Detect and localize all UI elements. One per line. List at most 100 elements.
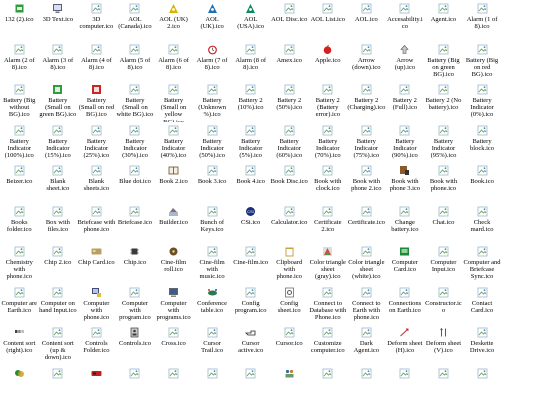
icon-file-item[interactable]: Apple.ico	[309, 41, 348, 82]
icon-file-item[interactable]: Accesability.ico	[386, 0, 425, 41]
icon-file-item[interactable]: Cine-film.ico	[231, 243, 270, 284]
icon-file-item[interactable]: Battery (Small on yellow BG).ico	[154, 81, 193, 122]
icon-file-item[interactable]: Alarm (7 of 8).ico	[193, 41, 232, 82]
icon-file-item[interactable]	[0, 365, 39, 405]
icon-file-item[interactable]: Battery 2 (50%).ico	[270, 81, 309, 122]
icon-file-item[interactable]: Cross.ico	[154, 324, 193, 365]
icon-file-item[interactable]: Battery (Big without BG).ico	[0, 81, 39, 122]
icon-file-item[interactable]	[154, 365, 193, 405]
icon-file-item[interactable]: Battery 2 (10%).ico	[231, 81, 270, 122]
icon-file-item[interactable]: Alarm (3 of 8).ico	[39, 41, 78, 82]
icon-file-item[interactable]: Computer with phone.ico	[77, 284, 116, 325]
icon-file-item[interactable]: Controls.ico	[116, 324, 155, 365]
icon-file-item[interactable]	[463, 365, 502, 405]
icon-file-item[interactable]: AOL (USA).ico	[231, 0, 270, 41]
icon-file-item[interactable]: CSi CSi.ico	[231, 203, 270, 244]
icon-file-item[interactable]: Clipboard with phone.ico	[270, 243, 309, 284]
icon-file-item[interactable]: Computer Card.ico	[386, 243, 425, 284]
icon-file-item[interactable]: Config program.ico	[231, 284, 270, 325]
icon-file-item[interactable]: AOL Disc.ico	[270, 0, 309, 41]
icon-file-item[interactable]: Chip Card.ico	[77, 243, 116, 284]
icon-file-item[interactable]: Battery Indicator (30%).ico	[116, 122, 155, 163]
icon-file-item[interactable]: Battery Indicator (25%).ico	[77, 122, 116, 163]
icon-file-item[interactable]: Book with phone.ico	[424, 162, 463, 203]
icon-file-item[interactable]: 3D Text.ico	[39, 0, 78, 41]
icon-file-item[interactable]: Book 2.ico	[154, 162, 193, 203]
icon-file-item[interactable]: Chemistry with phone.ico	[0, 243, 39, 284]
icon-file-item[interactable]: Cursor active.ico	[231, 324, 270, 365]
icon-file-item[interactable]: Battery Indicator (50%).ico	[193, 122, 232, 163]
icon-file-item[interactable]: Computer on hand Input.ico	[39, 284, 78, 325]
icon-file-item[interactable]: Deskette Drive.ico	[463, 324, 502, 365]
icon-file-item[interactable]: Battery Indicator (40%).ico	[154, 122, 193, 163]
icon-file-item[interactable]: Deform sheet (V).ico	[424, 324, 463, 365]
icon-file-item[interactable]: Blank sheets.ico	[77, 162, 116, 203]
icon-file-item[interactable]: Check mard.ico	[463, 203, 502, 244]
icon-file-item[interactable]: Cine-film with music.ico	[193, 243, 232, 284]
icon-file-item[interactable]: Blank sheet.ico	[39, 162, 78, 203]
icon-file-item[interactable]: Connections on Earth.ico	[386, 284, 425, 325]
icon-file-item[interactable]	[39, 365, 78, 405]
icon-file-item[interactable]: Chip 2.ico	[39, 243, 78, 284]
icon-file-item[interactable]: Beizer.ico	[0, 162, 39, 203]
icon-file-item[interactable]: Book 3.ico	[193, 162, 232, 203]
icon-file-item[interactable]: Book.ico	[463, 162, 502, 203]
icon-file-item[interactable]: Book with phone 2.ico	[347, 162, 386, 203]
icon-file-item[interactable]: Battery Indicator (15%).ico	[39, 122, 78, 163]
icon-file-item[interactable]: Computer with program.ico	[116, 284, 155, 325]
icon-file-item[interactable]: Config sheet.ico	[270, 284, 309, 325]
icon-file-item[interactable]: Battery (Small on green BG).ico	[39, 81, 78, 122]
icon-file-item[interactable]: Battery Indicator (95%).ico	[424, 122, 463, 163]
icon-file-item[interactable]: AOL List.ico	[309, 0, 348, 41]
icon-file-item[interactable]: Books folder.ico	[0, 203, 39, 244]
icon-file-item[interactable]: Arrow (up).ico	[386, 41, 425, 82]
icon-file-item[interactable]: Cursor.ico	[270, 324, 309, 365]
icon-file-item[interactable]: Customize computer.ico	[309, 324, 348, 365]
icon-file-item[interactable]: Blue dot.ico	[116, 162, 155, 203]
icon-file-item[interactable]: AOL (UK).ico	[193, 0, 232, 41]
icon-file-item[interactable]: Battery 2 (No battery).ico	[424, 81, 463, 122]
icon-file-item[interactable]: Battery 2 (Full).ico	[386, 81, 425, 122]
icon-file-item[interactable]: Cine-film roll.ico	[154, 243, 193, 284]
icon-file-item[interactable]: Color triangle sheet (gray).ico	[309, 243, 348, 284]
icon-file-item[interactable]	[116, 365, 155, 405]
icon-file-item[interactable]: Book 4.ico	[231, 162, 270, 203]
icon-file-item[interactable]: Deform sheet (H).ico	[386, 324, 425, 365]
icon-file-item[interactable]	[309, 365, 348, 405]
icon-file-item[interactable]: Briefcase.ico	[116, 203, 155, 244]
icon-file-item[interactable]: Calculator.ico	[270, 203, 309, 244]
icon-file-item[interactable]: Computer and Briefcase Sync.ico	[463, 243, 502, 284]
icon-file-item[interactable]: Amex.ico	[270, 41, 309, 82]
icon-file-item[interactable]	[77, 365, 116, 405]
icon-file-item[interactable]: 132 (2).ico	[0, 0, 39, 41]
icon-file-item[interactable]	[270, 365, 309, 405]
icon-file-item[interactable]: Conference table.ico	[193, 284, 232, 325]
icon-file-item[interactable]: Content sort (up & down).ico	[39, 324, 78, 365]
icon-file-item[interactable]: Battery Indicator (100%).ico	[0, 122, 39, 163]
icon-file-item[interactable]: Battery Indicator (5%).ico	[231, 122, 270, 163]
icon-file-item[interactable]: Alarm (2 of 8).ico	[0, 41, 39, 82]
icon-file-item[interactable]: Battery Indicator (75%).ico	[347, 122, 386, 163]
icon-file-item[interactable]: Computer with programs.ico	[154, 284, 193, 325]
icon-file-item[interactable]: Battery 2 (Battery error).ico	[309, 81, 348, 122]
icon-file-item[interactable]	[193, 365, 232, 405]
icon-file-item[interactable]: Alarm (8 of 8).ico	[231, 41, 270, 82]
icon-file-item[interactable]: Alarm (1 of 8).ico	[463, 0, 502, 41]
icon-file-item[interactable]: Connect to Database with Phone.ico	[309, 284, 348, 325]
icon-file-item[interactable]: Chat.ico	[424, 203, 463, 244]
icon-file-item[interactable]: Dark Agent.ico	[347, 324, 386, 365]
icon-file-item[interactable]	[347, 365, 386, 405]
icon-file-item[interactable]: Battery (Small on white BG).ico	[116, 81, 155, 122]
icon-file-item[interactable]: Alarm (6 of 8).ico	[154, 41, 193, 82]
icon-file-item[interactable]: Battery (Unknown %).ico	[193, 81, 232, 122]
icon-file-item[interactable]: Color triangle sheet (white).ico	[347, 243, 386, 284]
icon-file-item[interactable]: Alarm (4 of 8).ico	[77, 41, 116, 82]
icon-file-item[interactable]: Certificate.ico	[347, 203, 386, 244]
icon-file-item[interactable]: Certificate 2.ico	[309, 203, 348, 244]
icon-file-item[interactable]: Controls Folder.ico	[77, 324, 116, 365]
icon-file-item[interactable]: Builder.ico	[154, 203, 193, 244]
icon-file-item[interactable]: Agent.ico	[424, 0, 463, 41]
icon-file-item[interactable]: Chip.ico	[116, 243, 155, 284]
icon-file-item[interactable]: Battery 2 (Charging).ico	[347, 81, 386, 122]
icon-file-item[interactable]: Battery (Big on green BG).ico	[424, 41, 463, 82]
